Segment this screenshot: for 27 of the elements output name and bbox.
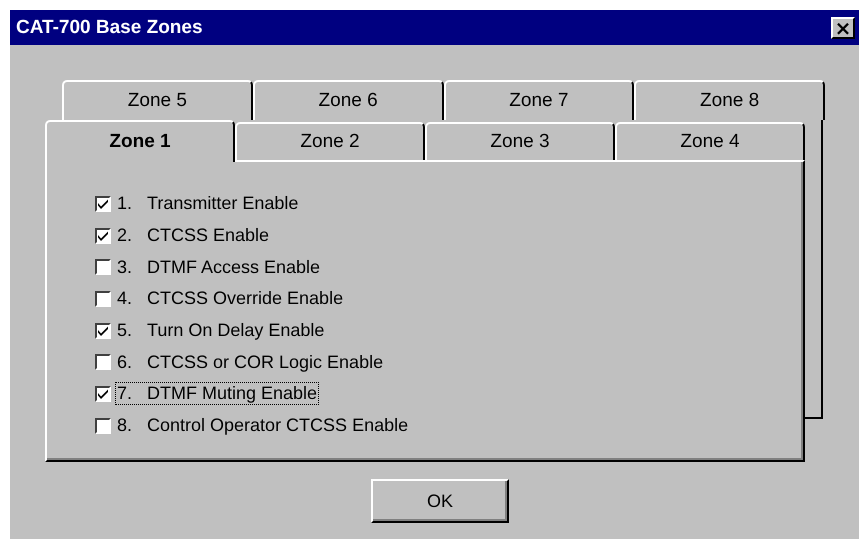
window-title: CAT-700 Base Zones	[16, 16, 203, 38]
checkbox-label[interactable]: 8. Control Operator CTCSS Enable	[115, 414, 410, 438]
tab[interactable]: Zone 6	[252, 80, 444, 120]
tab[interactable]: Zone 5	[62, 80, 253, 120]
tab[interactable]: Zone 8	[634, 80, 825, 120]
tab[interactable]: Zone 1	[45, 120, 235, 162]
checkbox-label[interactable]: 4. CTCSS Override Enable	[115, 287, 346, 310]
checkbox-label[interactable]: 7. DTMF Muting Enable	[115, 382, 320, 406]
checkbox-label[interactable]: 2. CTCSS Enable	[115, 224, 272, 248]
checkbox-label[interactable]: 1. Transmitter Enable	[115, 192, 300, 216]
tab[interactable]: Zone 3	[425, 122, 615, 160]
close-button[interactable]: ×	[831, 16, 855, 38]
checkbox[interactable]	[95, 290, 111, 307]
ok-button[interactable]: OK	[371, 479, 509, 523]
checkbox[interactable]	[95, 228, 111, 244]
checkbox[interactable]	[95, 418, 111, 434]
tab[interactable]: Zone 7	[444, 80, 634, 120]
tab[interactable]: Zone 4	[615, 122, 805, 160]
tab[interactable]: Zone 2	[235, 122, 425, 160]
checkbox[interactable]	[95, 386, 111, 402]
checkbox-label[interactable]: 5. Turn On Delay Enable	[115, 319, 326, 342]
checkbox[interactable]	[95, 322, 111, 339]
checkbox-label[interactable]: 3. DTMF Access Enable	[115, 256, 322, 279]
checkbox[interactable]	[95, 259, 111, 276]
checkbox[interactable]	[95, 196, 111, 212]
checkbox-label[interactable]: 6. CTCSS or COR Logic Enable	[115, 350, 386, 374]
checkbox[interactable]	[95, 354, 111, 370]
